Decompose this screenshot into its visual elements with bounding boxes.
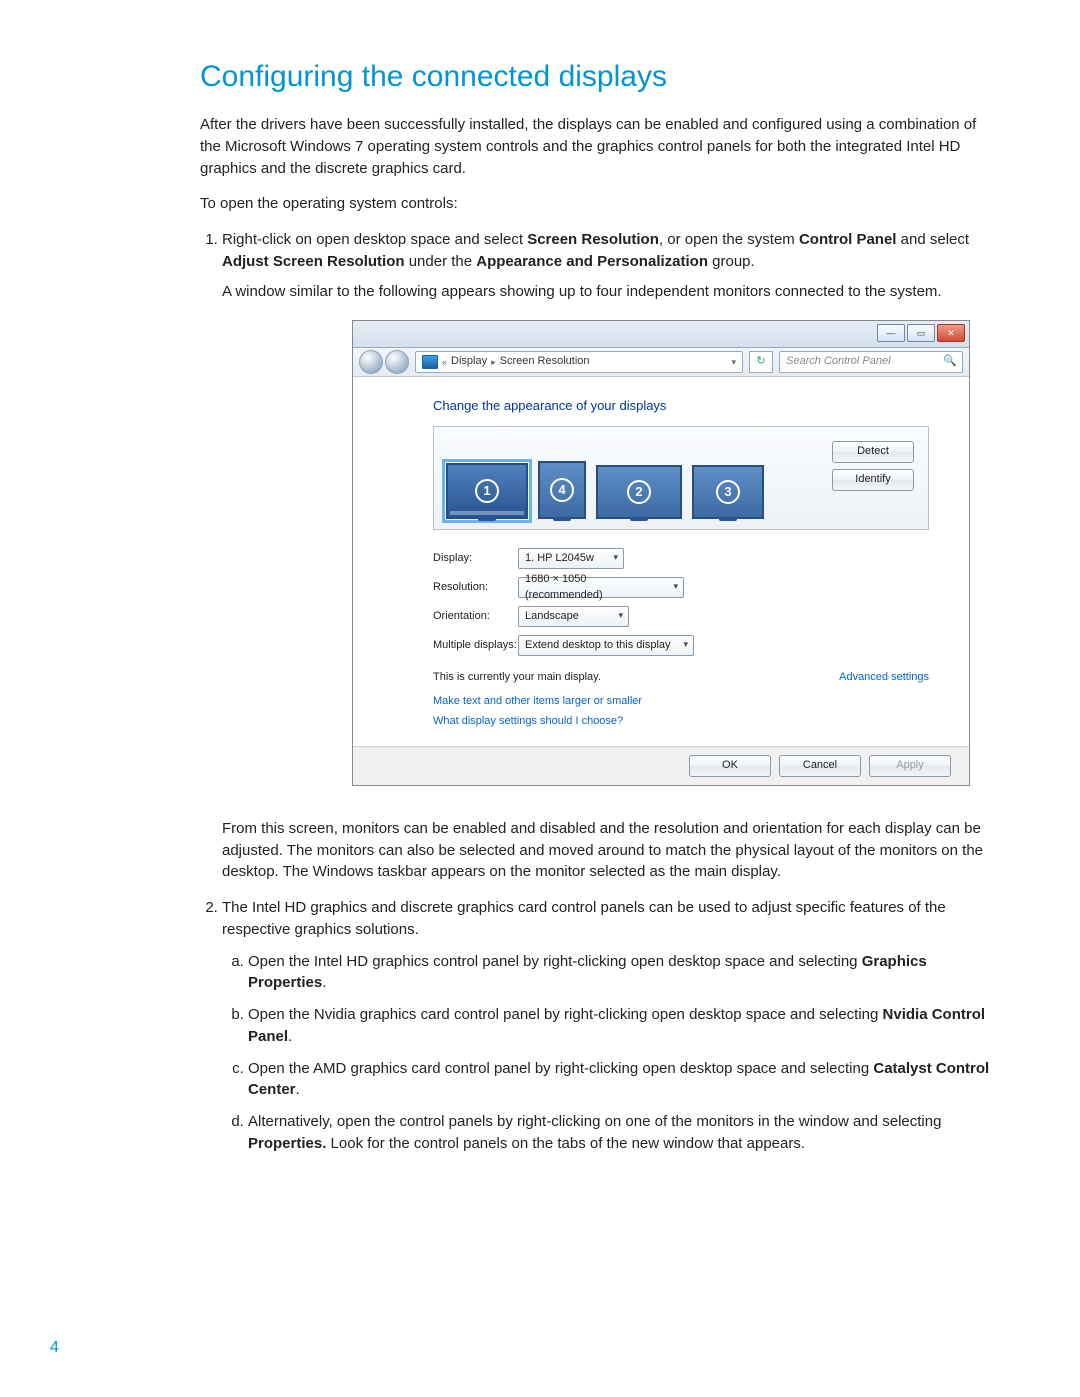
minimize-button[interactable]: — <box>877 324 905 342</box>
display-settings-help-link[interactable]: What display settings should I choose? <box>433 714 929 730</box>
orientation-dropdown[interactable]: Landscape <box>518 606 629 627</box>
orientation-label: Orientation: <box>433 609 518 625</box>
resolution-dropdown[interactable]: 1680 × 1050 (recommended) <box>518 577 684 598</box>
maximize-button[interactable]: ▭ <box>907 324 935 342</box>
window-titlebar: — ▭ ✕ <box>353 321 969 348</box>
intro-paragraph: After the drivers have been successfully… <box>200 114 990 179</box>
page-title: Configuring the connected displays <box>200 60 990 94</box>
multiple-displays-dropdown[interactable]: Extend desktop to this display <box>518 635 694 656</box>
step-1: Right-click on open desktop space and se… <box>222 229 990 883</box>
search-icon: 🔍 <box>943 354 957 370</box>
apply-button[interactable]: Apply <box>869 755 951 777</box>
after-figure-paragraph: From this screen, monitors can be enable… <box>222 818 990 883</box>
identify-button[interactable]: Identify <box>832 469 914 491</box>
close-button[interactable]: ✕ <box>937 324 965 342</box>
step-2c: Open the AMD graphics card control panel… <box>248 1058 990 1102</box>
breadcrumb[interactable]: « Display ▸ Screen Resolution ▾ <box>415 351 743 373</box>
main-display-note: This is currently your main display. <box>433 670 601 686</box>
bold-adjust-screen-resolution: Adjust Screen Resolution <box>222 253 405 270</box>
step-2: The Intel HD graphics and discrete graph… <box>222 897 990 1155</box>
display-label: Display: <box>433 551 518 567</box>
display-dropdown[interactable]: 1. HP L2045w <box>518 548 624 569</box>
step-2a: Open the Intel HD graphics control panel… <box>248 951 990 995</box>
nav-forward-button[interactable] <box>385 350 409 374</box>
ok-button[interactable]: OK <box>689 755 771 777</box>
bold-appearance-personalization: Appearance and Personalization <box>476 253 708 270</box>
monitor-4[interactable]: 4 <box>538 461 586 519</box>
resolution-label: Resolution: <box>433 580 518 596</box>
bold-properties: Properties. <box>248 1135 326 1152</box>
step-1-after: A window similar to the following appear… <box>222 281 990 303</box>
screen-resolution-window: — ▭ ✕ « Display ▸ Screen Re <box>352 320 970 786</box>
nav-back-button[interactable] <box>359 350 383 374</box>
monitor-1[interactable]: 1 <box>446 463 528 519</box>
detect-button[interactable]: Detect <box>832 441 914 463</box>
bold-screen-resolution: Screen Resolution <box>527 231 659 248</box>
text-size-link[interactable]: Make text and other items larger or smal… <box>433 694 929 710</box>
step-2b: Open the Nvidia graphics card control pa… <box>248 1004 990 1048</box>
monitor-3[interactable]: 3 <box>692 465 764 519</box>
step-2d: Alternatively, open the control panels b… <box>248 1111 990 1155</box>
bold-control-panel: Control Panel <box>799 231 897 248</box>
display-icon <box>422 355 438 369</box>
dialog-footer: OK Cancel Apply <box>353 746 969 785</box>
address-bar: « Display ▸ Screen Resolution ▾ ↻ Search… <box>353 348 969 377</box>
open-controls-lead: To open the operating system controls: <box>200 193 990 215</box>
search-input[interactable]: Search Control Panel 🔍 <box>779 351 963 373</box>
display-arrangement-area[interactable]: 1 4 2 <box>433 426 929 530</box>
page-number: 4 <box>50 1339 59 1357</box>
monitor-2[interactable]: 2 <box>596 465 682 519</box>
advanced-settings-link[interactable]: Advanced settings <box>839 670 929 686</box>
cancel-button[interactable]: Cancel <box>779 755 861 777</box>
panel-heading: Change the appearance of your displays <box>433 397 929 416</box>
refresh-button[interactable]: ↻ <box>749 351 773 373</box>
multiple-displays-label: Multiple displays: <box>433 638 518 654</box>
